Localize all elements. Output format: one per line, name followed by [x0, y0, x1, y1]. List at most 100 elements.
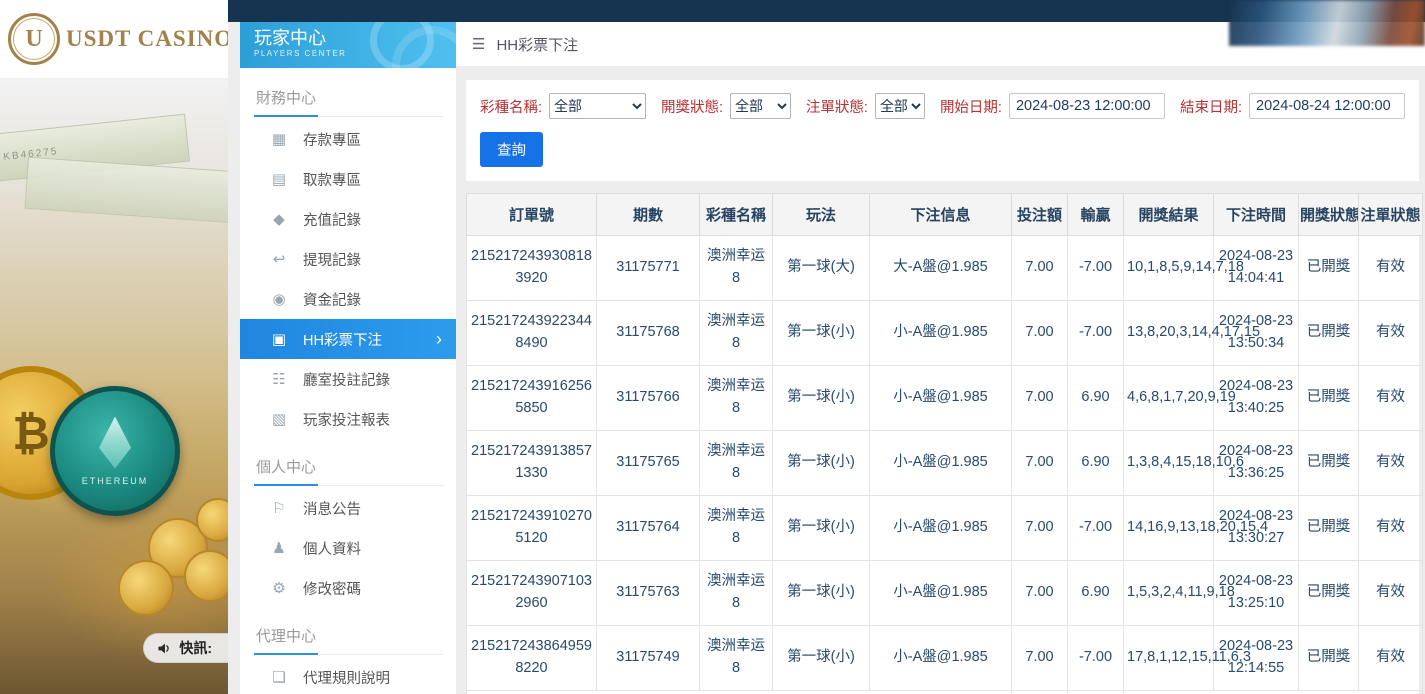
table-cell: 第一球(小) [773, 496, 870, 561]
column-header: 開獎結果 [1124, 194, 1214, 236]
table-cell: 澳洲幸运8 [700, 496, 773, 561]
brand-logo-letter: U [25, 26, 42, 53]
brand-logo[interactable]: U USDT CASINO [0, 0, 228, 78]
lottery-type-label: 彩種名稱: [480, 96, 542, 117]
sidebar-item-lottery-bet[interactable]: ▣HH彩票下注› [240, 319, 456, 359]
order-status-select[interactable]: 全部 [875, 93, 925, 119]
table-cell: 已開獎 [1299, 496, 1359, 561]
table-cell: 澳洲幸运8 [700, 431, 773, 496]
table-cell: 2152172439102705120 [467, 496, 597, 561]
room-bet-record-icon: ☷ [270, 370, 288, 388]
table-cell: 6.90 [1068, 431, 1124, 496]
table-cell: 小-A盤@1.985 [870, 301, 1012, 366]
speaker-icon [157, 641, 172, 656]
chevron-right-icon: › [436, 330, 442, 348]
sidebar-item-label: 提現記錄 [303, 249, 361, 270]
sidebar-item-label: 消息公告 [303, 498, 361, 519]
table-row: 215217243864959822031175749澳洲幸运8第一球(小)小-… [467, 626, 1423, 691]
page-title: HH彩票下注 [496, 34, 578, 55]
table-cell: 6.90 [1068, 366, 1124, 431]
menu-icon[interactable]: ☰ [472, 35, 485, 53]
bets-table: 訂單號期數彩種名稱玩法下注信息投注額輸贏開獎結果下注時間開獎狀態注單狀態2152… [466, 193, 1423, 694]
table-cell: 大-A盤@1.985 [870, 236, 1012, 301]
sidebar-item-fund-record[interactable]: ◉資金記錄 [240, 279, 456, 319]
draw-status-label: 開獎狀態: [661, 96, 723, 117]
table-cell: 7.00 [1012, 366, 1068, 431]
withdrawal-record-icon: ↩ [270, 250, 288, 268]
sidebar-item-label: 廳室投註記錄 [303, 369, 390, 390]
order-status-label: 注單狀態: [806, 96, 868, 117]
sidebar-item-password[interactable]: ⚙修改密碼 [240, 568, 456, 608]
sidebar-section-title: 代理中心 [254, 616, 444, 655]
table-row: 215217243930818392031175771澳洲幸运8第一球(大)大-… [467, 236, 1423, 301]
table-panel: 訂單號期數彩種名稱玩法下注信息投注額輸贏開獎結果下注時間開獎狀態注單狀態2152… [466, 193, 1419, 694]
sidebar-item-room-bet-record[interactable]: ☷ 廳室投註記錄 [240, 359, 456, 399]
sidebar-item-announcement[interactable]: ⚐消息公告 [240, 488, 456, 528]
table-cell: 4,6,8,1,7,20,9,19 [1124, 366, 1214, 431]
sidebar-item-label: 玩家投注報表 [303, 409, 390, 430]
table-cell: 2152172439071032960 [467, 561, 597, 626]
table-cell: 31175768 [597, 301, 700, 366]
table-cell: 有效 [1359, 431, 1423, 496]
table-cell: 1,5,3,2,4,11,9,18 [1124, 561, 1214, 626]
sidebar-item-withdraw[interactable]: ▤取款專區 [240, 159, 456, 199]
table-cell: 6.90 [1068, 561, 1124, 626]
agent-rules-icon: ❏ [270, 668, 288, 686]
table-cell: 2152172439138571330 [467, 431, 597, 496]
column-header: 期數 [597, 194, 700, 236]
lottery-type-select[interactable]: 全部 [549, 93, 646, 119]
column-header: 下注時間 [1214, 194, 1299, 236]
sidebar-section-title: 財務中心 [254, 78, 444, 117]
table-row: 215217243913857133031175765澳洲幸运8第一球(小)小-… [467, 431, 1423, 496]
table-cell: 7.00 [1012, 431, 1068, 496]
table-cell: 31175765 [597, 431, 700, 496]
table-cell: 有效 [1359, 301, 1423, 366]
end-date-input[interactable] [1249, 93, 1405, 119]
table-cell: 7.00 [1012, 236, 1068, 301]
draw-status-select[interactable]: 全部 [730, 93, 791, 119]
sidebar-item-label: 存款專區 [303, 129, 361, 150]
table-cell: 澳洲幸运8 [700, 561, 773, 626]
table-cell: 第一球(小) [773, 626, 870, 691]
sidebar-section-title: 個人中心 [254, 447, 444, 486]
sidebar-item-label: 代理規則說明 [303, 667, 390, 688]
table-cell: 澳洲幸运8 [700, 366, 773, 431]
fund-record-icon: ◉ [270, 290, 288, 308]
table-cell: 已開獎 [1299, 366, 1359, 431]
banknote-graphic [24, 157, 228, 224]
query-button[interactable]: 查詢 [480, 132, 543, 167]
table-cell: 2152172439162565850 [467, 366, 597, 431]
password-icon: ⚙ [270, 579, 288, 597]
end-date-label: 結束日期: [1180, 96, 1242, 117]
start-date-input[interactable] [1009, 93, 1165, 119]
sidebar-item-label: 取款專區 [303, 169, 361, 190]
table-cell: 小-A盤@1.985 [870, 626, 1012, 691]
table-cell: 小-A盤@1.985 [870, 561, 1012, 626]
column-header: 下注信息 [870, 194, 1012, 236]
table-cell: 31175763 [597, 561, 700, 626]
table-cell: 7.00 [1012, 561, 1068, 626]
table-cell: -7.00 [1068, 236, 1124, 301]
table-cell: 2152172439223448490 [467, 301, 597, 366]
sidebar-item-withdrawal-record[interactable]: ↩ 提現記錄 [240, 239, 456, 279]
sidebar-item-player-report[interactable]: ▧玩家投注報表 [240, 399, 456, 439]
sidebar-item-profile[interactable]: ♟個人資料 [240, 528, 456, 568]
main-content: ☰ HH彩票下注 彩種名稱: 全部 開獎狀態: 全部 注單狀態: 全部 開始日期… [456, 22, 1425, 694]
sidebar-item-recharge-record[interactable]: ◆充值記錄 [240, 199, 456, 239]
sidebar-item-agent-rules[interactable]: ❏ 代理規則說明 [240, 657, 456, 694]
column-header: 輸贏 [1068, 194, 1124, 236]
promo-photo: KB46275 ₿ ETHEREUM [0, 78, 228, 694]
filter-row: 彩種名稱: 全部 開獎狀態: 全部 注單狀態: 全部 開始日期: 結束日期: [480, 93, 1405, 119]
table-cell: -7.00 [1068, 496, 1124, 561]
deposit-icon: ▦ [270, 130, 288, 148]
gold-coin [118, 560, 174, 616]
bitcoin-symbol: ₿ [12, 406, 50, 460]
profile-icon: ♟ [270, 539, 288, 557]
table-cell: 已開獎 [1299, 431, 1359, 496]
table-cell: 13,8,20,3,14,4,17,15 [1124, 301, 1214, 366]
quick-news-button[interactable]: 快訊: [143, 633, 228, 663]
quick-news-label: 快訊: [179, 638, 212, 658]
column-header: 投注額 [1012, 194, 1068, 236]
sidebar-item-deposit[interactable]: ▦ 存款專區 [240, 119, 456, 159]
topbar-decoration [1229, 0, 1425, 46]
